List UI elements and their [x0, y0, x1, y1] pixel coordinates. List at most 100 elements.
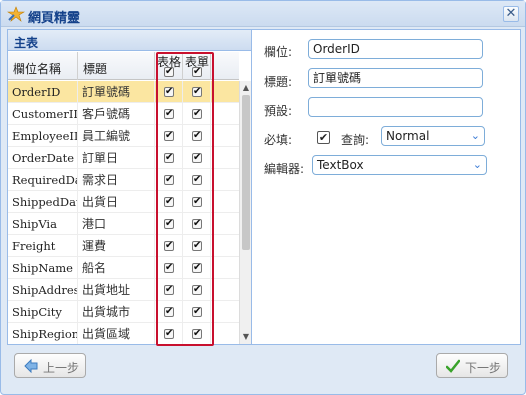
grid-visible-checkbox[interactable]: ✔ — [164, 175, 174, 185]
scroll-up-arrow-icon[interactable]: ▲ — [241, 83, 251, 93]
previous-button[interactable]: 上一步 — [14, 353, 86, 378]
editor-label: 編輯器: — [264, 162, 305, 176]
panel-title: 主表 — [8, 30, 251, 51]
wizard-content: 主表 欄位名稱 標題 表格 ✔ 表單 ✔ OrderID 訂單號碼 ✔ ✔ Custom… — [7, 29, 521, 346]
title-label: 標題: — [264, 75, 293, 89]
form-cell: ✔ — [183, 147, 211, 169]
grid-visible-checkbox[interactable]: ✔ — [164, 153, 174, 163]
grid-visible-checkbox[interactable]: ✔ — [164, 131, 174, 141]
form-cell: ✔ — [183, 213, 211, 235]
next-button[interactable]: 下一步 — [436, 353, 508, 378]
form-visible-checkbox[interactable]: ✔ — [192, 263, 202, 273]
grid-cell: ✔ — [155, 169, 183, 191]
form-visible-checkbox[interactable]: ✔ — [192, 175, 202, 185]
field-name-cell: OrderDate — [8, 147, 78, 169]
table-row[interactable]: Freight 運費 ✔ ✔ — [8, 235, 239, 257]
scroll-thumb[interactable] — [242, 95, 250, 250]
form-cell: ✔ — [183, 125, 211, 147]
form-visible-checkbox[interactable]: ✔ — [192, 241, 202, 251]
field-title-cell: 出貨城市 — [78, 301, 155, 323]
table-row[interactable]: ShipName 船名 ✔ ✔ — [8, 257, 239, 279]
field-name-cell: CustomerID — [8, 103, 78, 125]
field-title-cell: 出貨區域 — [78, 323, 155, 344]
default-input[interactable] — [308, 97, 483, 117]
table-row[interactable]: RequiredDate需求日 ✔ ✔ — [8, 169, 239, 191]
form-visible-checkbox[interactable]: ✔ — [192, 219, 202, 229]
form-visible-checkbox[interactable]: ✔ — [192, 87, 202, 97]
grid-cell: ✔ — [155, 235, 183, 257]
scroll-down-arrow-icon[interactable]: ▼ — [241, 332, 251, 342]
wizard-footer: 上一步 下一步 — [1, 345, 525, 395]
table-row[interactable]: OrderDate 訂單日 ✔ ✔ — [8, 147, 239, 169]
form-visible-checkbox[interactable]: ✔ — [192, 307, 202, 317]
required-checkbox[interactable]: ✔ — [317, 131, 330, 144]
column-header-title[interactable]: 標題 — [78, 52, 155, 80]
form-visible-checkbox[interactable]: ✔ — [192, 197, 202, 207]
grid-cell: ✔ — [155, 301, 183, 323]
grid-visible-checkbox[interactable]: ✔ — [164, 329, 174, 339]
editor-select[interactable]: TextBox ⌄ — [312, 155, 487, 175]
field-properties-panel: 欄位: OrderID 標題: 訂單號碼 預設: 必填: ✔ 查詢: Norma… — [253, 30, 521, 344]
field-name-cell: Freight — [8, 235, 78, 257]
title-input[interactable]: 訂單號碼 — [308, 68, 483, 88]
form-visible-checkbox[interactable]: ✔ — [192, 109, 202, 119]
default-label: 預設: — [264, 104, 293, 118]
table-row[interactable]: ShipRegion 出貨區域 ✔ ✔ — [8, 323, 239, 344]
field-title-cell: 出貨日 — [78, 191, 155, 213]
table-row[interactable]: ShippedDate出貨日 ✔ ✔ — [8, 191, 239, 213]
table-row[interactable]: CustomerID 客戶號碼 ✔ ✔ — [8, 103, 239, 125]
field-name-cell: ShipAddress — [8, 279, 78, 301]
grid-cell: ✔ — [155, 191, 183, 213]
field-name-cell: OrderID — [8, 81, 78, 103]
grid-cell: ✔ — [155, 125, 183, 147]
form-visible-checkbox[interactable]: ✔ — [192, 153, 202, 163]
form-cell: ✔ — [183, 81, 211, 103]
field-name-cell: RequiredDate — [8, 169, 78, 191]
form-cell: ✔ — [183, 235, 211, 257]
close-button[interactable]: ✕ — [503, 6, 519, 22]
form-visible-checkbox[interactable]: ✔ — [192, 285, 202, 295]
chevron-down-icon: ⌄ — [472, 158, 482, 171]
grid-visible-checkbox[interactable]: ✔ — [164, 197, 174, 207]
column-header-grid: 表格 ✔ — [155, 52, 183, 80]
grid-visible-checkbox[interactable]: ✔ — [164, 285, 174, 295]
form-select-all-checkbox[interactable]: ✔ — [192, 67, 202, 77]
table-row[interactable]: OrderID 訂單號碼 ✔ ✔ — [8, 81, 239, 103]
column-header-name[interactable]: 欄位名稱 — [8, 52, 78, 80]
grid-visible-checkbox[interactable]: ✔ — [164, 87, 174, 97]
table-row[interactable]: ShipCity 出貨城市 ✔ ✔ — [8, 301, 239, 323]
grid-select-all-checkbox[interactable]: ✔ — [164, 67, 174, 77]
grid-visible-checkbox[interactable]: ✔ — [164, 307, 174, 317]
table-row[interactable]: ShipAddress出貨地址 ✔ ✔ — [8, 279, 239, 301]
field-rows: OrderID 訂單號碼 ✔ ✔ CustomerID 客戶號碼 ✔ ✔ EmployeeID 員… — [8, 81, 239, 344]
field-title-cell: 需求日 — [78, 169, 155, 191]
field-name-cell: ShipVia — [8, 213, 78, 235]
wizard-app-icon — [7, 6, 25, 22]
form-visible-checkbox[interactable]: ✔ — [192, 329, 202, 339]
grid-cell: ✔ — [155, 147, 183, 169]
grid-visible-checkbox[interactable]: ✔ — [164, 241, 174, 251]
close-icon: ✕ — [505, 6, 517, 21]
table-row[interactable]: ShipVia 港口 ✔ ✔ — [8, 213, 239, 235]
checkmark-icon — [446, 359, 460, 373]
form-cell: ✔ — [183, 323, 211, 344]
grid-visible-checkbox[interactable]: ✔ — [164, 109, 174, 119]
field-name-cell: ShipName — [8, 257, 78, 279]
master-table-panel: 主表 欄位名稱 標題 表格 ✔ 表單 ✔ OrderID 訂單號碼 ✔ ✔ Custom… — [8, 30, 252, 344]
field-input[interactable]: OrderID — [308, 39, 483, 59]
grid-scrollbar[interactable]: ▲ ▼ — [239, 81, 251, 344]
column-header-form: 表單 ✔ — [183, 52, 211, 80]
table-row[interactable]: EmployeeID 員工編號 ✔ ✔ — [8, 125, 239, 147]
field-name-cell: ShippedDate — [8, 191, 78, 213]
form-visible-checkbox[interactable]: ✔ — [192, 131, 202, 141]
form-cell: ✔ — [183, 191, 211, 213]
back-arrow-icon — [24, 359, 38, 373]
query-label: 查詢: — [341, 133, 370, 147]
grid-cell: ✔ — [155, 103, 183, 125]
form-cell: ✔ — [183, 169, 211, 191]
wizard-window: 網頁精靈 ✕ 主表 欄位名稱 標題 表格 ✔ 表單 ✔ OrderID 訂單號碼… — [0, 0, 526, 395]
query-select[interactable]: Normal ⌄ — [381, 126, 485, 146]
grid-visible-checkbox[interactable]: ✔ — [164, 263, 174, 273]
field-label: 欄位: — [264, 45, 293, 59]
grid-visible-checkbox[interactable]: ✔ — [164, 219, 174, 229]
